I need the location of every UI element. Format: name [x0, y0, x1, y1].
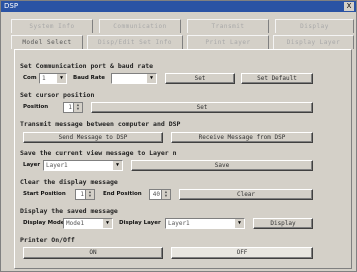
chevron-down-icon: ▼ — [56, 74, 66, 83]
close-icon[interactable]: X — [344, 2, 354, 11]
printer-off-button[interactable]: OFF — [171, 247, 313, 259]
chevron-down-icon: ▼ — [234, 219, 244, 228]
section-title-transmit: Transmit message between computer and DS… — [20, 120, 181, 128]
tab-communication[interactable]: Communication — [99, 19, 181, 33]
save-button[interactable]: Save — [131, 160, 313, 171]
chevron-down-icon: ▼ — [102, 219, 112, 228]
display-mode-select[interactable]: Mode1 ▼ — [63, 218, 113, 229]
position-stepper[interactable]: 1 ▲ ▼ — [63, 102, 83, 113]
layer-value: Layer1 — [46, 162, 68, 169]
tab-row-top: System Info Communication Transmit Displ… — [11, 19, 354, 35]
section-title-save: Save the current view message to Layer n — [20, 149, 177, 157]
spin-arrows-icon[interactable]: ▲ ▼ — [161, 190, 170, 199]
spin-arrows-icon[interactable]: ▲ ▼ — [73, 103, 82, 112]
spin-arrows-icon[interactable]: ▲ ▼ — [85, 190, 94, 199]
section-title-cursor: Set cursor position — [20, 91, 95, 99]
start-position-value: 1 — [80, 191, 84, 198]
baud-label: Baud Rate — [73, 75, 105, 81]
baud-select[interactable]: ▼ — [111, 73, 157, 84]
section-title-printer: Printer On/Off — [20, 236, 75, 244]
tab-system-info[interactable]: System Info — [11, 19, 93, 33]
title-bar[interactable]: DSP X — [1, 1, 356, 12]
tab-display[interactable]: Display — [275, 19, 354, 33]
display-mode-value: Mode1 — [66, 220, 85, 227]
display-layer-label: Display Layer — [119, 220, 161, 226]
com-label: Com — [23, 75, 37, 81]
section-title-display: Display the saved message — [20, 207, 118, 215]
position-label: Position — [23, 104, 49, 110]
app-window: DSP X System Info Communication Transmit… — [0, 0, 357, 272]
clear-button[interactable]: Clear — [179, 189, 313, 200]
printer-on-button[interactable]: ON — [23, 247, 163, 259]
tab-print-layer[interactable]: Print Layer — [187, 35, 269, 49]
main-panel: Set Communication port & baud rate Com 1… — [14, 49, 352, 269]
layer-select[interactable]: Layer1 ▼ — [43, 160, 123, 171]
comm-set-button[interactable]: Set — [165, 73, 235, 84]
display-button[interactable]: Display — [253, 218, 313, 229]
com-value: 1 — [42, 75, 46, 82]
send-message-button[interactable]: Send Message to DSP — [23, 132, 163, 143]
end-position-value: 40 — [152, 191, 160, 198]
tab-transmit[interactable]: Transmit — [187, 19, 269, 33]
display-layer-value: Layer1 — [168, 220, 190, 227]
receive-message-button[interactable]: Receive Message from DSP — [171, 132, 313, 143]
tab-model-select[interactable]: Model Select — [11, 35, 83, 49]
display-layer-select[interactable]: Layer1 ▼ — [165, 218, 245, 229]
com-select[interactable]: 1 ▼ — [39, 73, 67, 84]
end-position-stepper[interactable]: 40 ▲ ▼ — [149, 189, 171, 200]
chevron-down-icon: ▼ — [112, 161, 122, 170]
position-value: 1 — [68, 104, 72, 111]
set-default-button[interactable]: Set Default — [241, 73, 313, 84]
display-mode-label: Display Mode — [23, 220, 65, 226]
layer-label: Layer — [23, 162, 41, 168]
section-title-clear: Clear the display message — [20, 178, 118, 186]
chevron-down-icon: ▼ — [146, 74, 156, 83]
cursor-set-button[interactable]: Set — [91, 102, 313, 113]
tab-display-layer[interactable]: Display Layer — [273, 35, 354, 49]
tab-disp-edit[interactable]: Disp/Edit Set Info — [87, 35, 183, 49]
section-title-comm: Set Communication port & baud rate — [20, 62, 154, 70]
start-position-stepper[interactable]: 1 ▲ ▼ — [75, 189, 95, 200]
window-title: DSP — [4, 2, 19, 10]
start-position-label: Start Position — [23, 191, 66, 197]
end-position-label: End Position — [103, 191, 142, 197]
